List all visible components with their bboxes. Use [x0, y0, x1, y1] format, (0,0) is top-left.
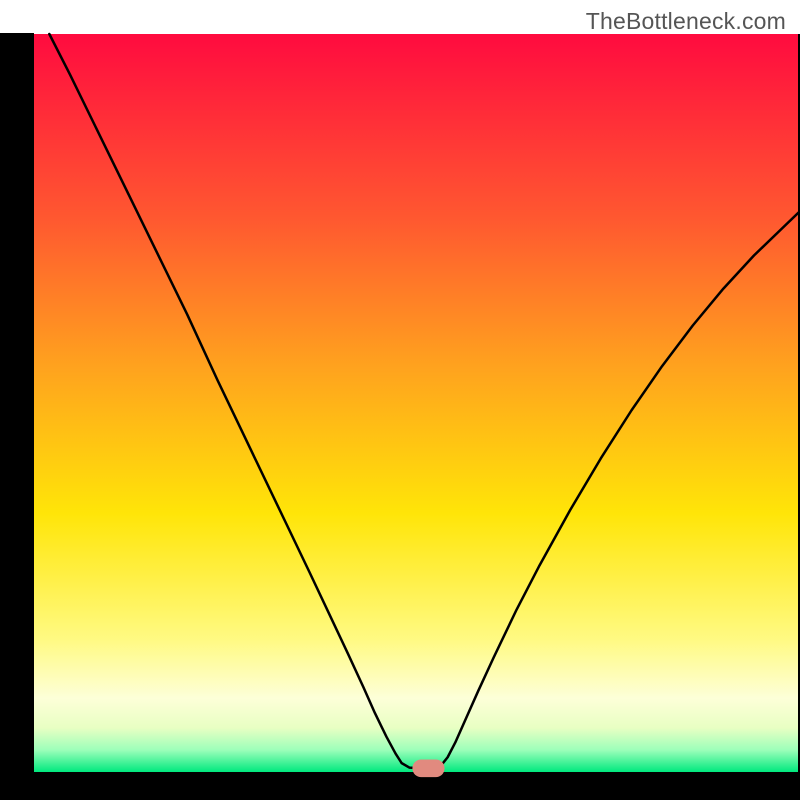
attribution-label: TheBottleneck.com	[586, 8, 786, 35]
chart-svg	[0, 0, 800, 800]
bottleneck-chart	[0, 0, 800, 800]
